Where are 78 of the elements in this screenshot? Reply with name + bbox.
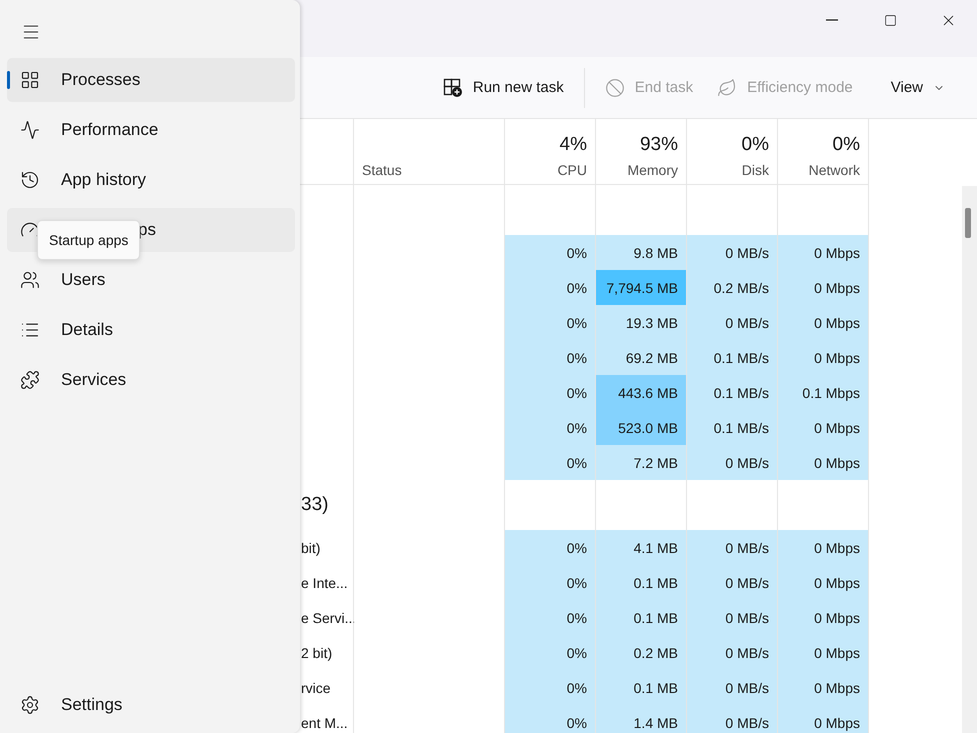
table-cell: 19.3 MB	[596, 305, 687, 340]
table-cell: 0 Mbps	[778, 565, 869, 600]
table-cell: 0 Mbps	[778, 530, 869, 565]
table-cell: 0%	[505, 635, 596, 670]
table-cell: 0.2 MB/s	[687, 270, 778, 305]
table-cell: 0 MB/s	[687, 705, 778, 733]
table-cell: 443.6 MB	[596, 375, 687, 410]
settings-button[interactable]: Settings	[7, 683, 295, 727]
table-cell: 0 MB/s	[687, 305, 778, 340]
nav-item[interactable]: Processes	[7, 58, 295, 102]
table-cell: 0.1 MB/s	[687, 410, 778, 445]
table-cell: 7,794.5 MB	[596, 270, 687, 305]
table-cell: 0%	[505, 235, 596, 270]
table-cell: 0 MB/s	[687, 445, 778, 480]
process-name: ent M...	[301, 714, 348, 730]
scrollbar[interactable]	[962, 186, 977, 733]
table-cell: 0%	[505, 670, 596, 705]
table-cell: 0.1 MB	[596, 600, 687, 635]
maximize-icon	[884, 14, 896, 26]
table-cell: 4.1 MB	[596, 530, 687, 565]
table-cell: 0%	[505, 565, 596, 600]
table-cell: 0%	[505, 445, 596, 480]
table-cell: 0 Mbps	[778, 305, 869, 340]
end-task-icon	[604, 78, 625, 98]
minimize-icon	[826, 19, 838, 21]
table-cell: 0 MB/s	[687, 235, 778, 270]
nav-item[interactable]: App history	[7, 158, 295, 202]
table-cell: 0%	[505, 600, 596, 635]
process-name: 2 bit)	[301, 644, 332, 660]
table-cell: 0 MB/s	[687, 670, 778, 705]
table-cell: 0 Mbps	[778, 600, 869, 635]
table-cell: 0%	[505, 375, 596, 410]
group-title: 33)	[301, 494, 328, 516]
view-button[interactable]: View	[880, 70, 955, 106]
process-name: rvice	[301, 680, 331, 696]
table-cell: 7.2 MB	[596, 445, 687, 480]
table-cell: 1.4 MB	[596, 705, 687, 733]
settings-icon	[20, 695, 40, 715]
process-name: bit)	[301, 540, 320, 556]
process-name: e Inte...	[301, 574, 348, 590]
nav-item[interactable]: Users	[7, 258, 295, 302]
table-cell: 0%	[505, 530, 596, 565]
table-cell: 0.1 MB/s	[687, 375, 778, 410]
leaf-icon	[717, 78, 738, 98]
table-cell: 523.0 MB	[596, 410, 687, 445]
table-cell: 69.2 MB	[596, 340, 687, 375]
nav-item[interactable]: Details	[7, 308, 295, 352]
table-cell: 0 Mbps	[778, 235, 869, 270]
table-cell: 9.8 MB	[596, 235, 687, 270]
table-cell: 0.1 MB	[596, 565, 687, 600]
table-cell: 0.2 MB	[596, 635, 687, 670]
table-cell: 0%	[505, 340, 596, 375]
table-cell: 0 Mbps	[778, 670, 869, 705]
table-cell: 0 Mbps	[778, 410, 869, 445]
new-task-icon	[442, 78, 463, 98]
table-cell: 0.1 MB	[596, 670, 687, 705]
table-cell: 0.1 MB/s	[687, 340, 778, 375]
table-cell: 0 Mbps	[778, 445, 869, 480]
tooltip: Startup apps	[37, 220, 140, 260]
table-cell: 0.1 Mbps	[778, 375, 869, 410]
nav-item[interactable]: Services	[7, 358, 295, 402]
table-cell: 0%	[505, 305, 596, 340]
run-new-task-button[interactable]: Run new task	[432, 70, 574, 106]
table-cell: 0 Mbps	[778, 635, 869, 670]
table-cell: 0%	[505, 410, 596, 445]
table-cell: 0 MB/s	[687, 565, 778, 600]
table-cell: 0 Mbps	[778, 270, 869, 305]
users-icon	[20, 270, 40, 290]
history-icon	[20, 170, 40, 190]
table-cell: 0 MB/s	[687, 600, 778, 635]
table-cell: 0 Mbps	[778, 705, 869, 733]
table-cell: 0 MB/s	[687, 635, 778, 670]
process-name: e Servi...	[301, 610, 356, 626]
table-cell: 0%	[505, 705, 596, 733]
table-cell: 0%	[505, 270, 596, 305]
nav-item[interactable]: Performance	[7, 108, 295, 152]
table-cell: 0 MB/s	[687, 530, 778, 565]
table-cell: 0 Mbps	[778, 340, 869, 375]
